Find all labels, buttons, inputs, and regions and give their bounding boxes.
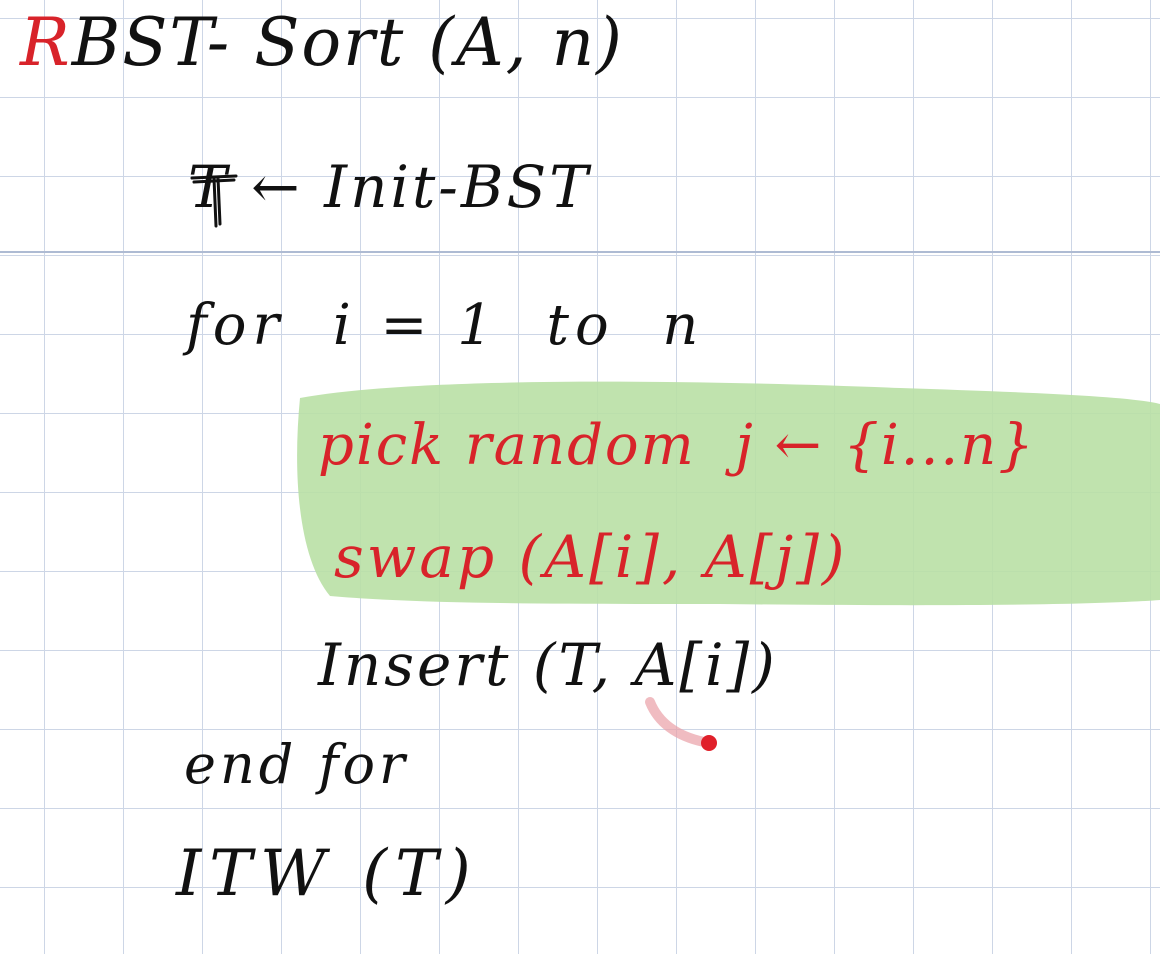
scribbled-t-mark bbox=[190, 174, 238, 228]
pick-random-line: pick random j ← {i...n} bbox=[318, 413, 1036, 478]
end-for-line: end for bbox=[184, 733, 409, 796]
itw-line: ITW (T) bbox=[176, 837, 479, 911]
title-initial-r: R bbox=[20, 4, 72, 81]
notebook-canvas[interactable]: RBST- Sort (A, n) T ← Init-BST for i = 1… bbox=[0, 0, 1160, 954]
insert-line: Insert (T, A[i]) bbox=[318, 631, 778, 699]
init-bst-line: T ← Init-BST bbox=[188, 153, 591, 221]
title-rest: BST- Sort (A, n) bbox=[71, 4, 624, 81]
for-loop-line: for i = 1 to n bbox=[186, 293, 705, 358]
swap-line: swap (A[i], A[j]) bbox=[334, 523, 848, 591]
algorithm-title: RBST- Sort (A, n) bbox=[20, 10, 624, 76]
